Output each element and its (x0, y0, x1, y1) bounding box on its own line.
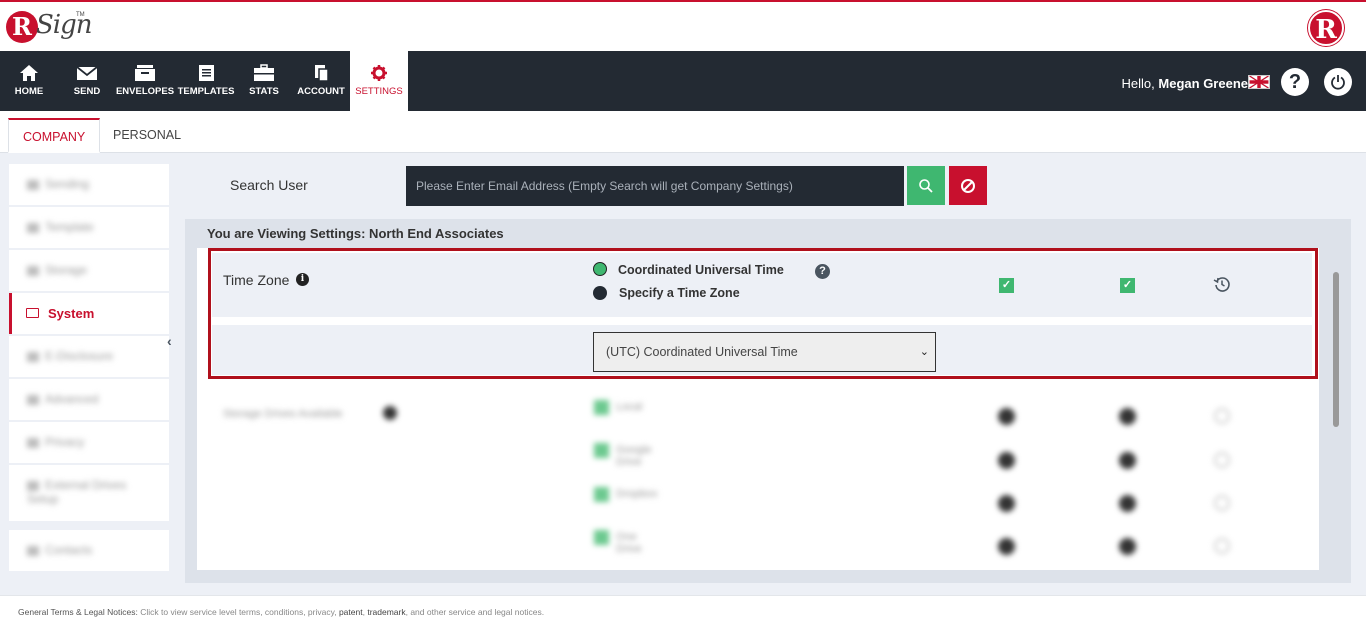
lock-toggle[interactable] (998, 452, 1015, 469)
drive-label: Google Drive (616, 444, 652, 468)
sidebar-item-label: Contacts (27, 543, 92, 557)
drive-checkbox[interactable] (594, 530, 609, 545)
tab-personal[interactable]: PERSONAL (99, 118, 195, 153)
sidebar-item-advanced[interactable]: Advanced (9, 379, 169, 420)
nav-stats-label: STATS (249, 86, 279, 97)
history-icon[interactable] (1214, 495, 1230, 511)
nav-templates-label: TEMPLATES (177, 86, 235, 97)
logout-button[interactable] (1324, 68, 1352, 96)
settings-sidebar: Sending Template Storage System E-Disclo… (9, 153, 169, 571)
rpost-logo: R (1308, 10, 1344, 46)
patent-link[interactable]: patent (339, 607, 363, 617)
user-greeting: Hello, Megan Greene (1122, 76, 1248, 91)
drive-checkbox[interactable] (594, 443, 609, 458)
footer: General Terms & Legal Notices: Click to … (0, 595, 1366, 625)
lock-toggle[interactable] (998, 495, 1015, 512)
highlight-box (208, 248, 1318, 379)
sidebar-item-template[interactable]: Template (9, 207, 169, 248)
greeting-text: Hello, (1121, 76, 1155, 91)
override-toggle[interactable] (1119, 408, 1136, 425)
search-icon (919, 179, 933, 193)
nav-envelopes-label: ENVELOPES (115, 86, 175, 97)
sidebar-item-system[interactable]: System (9, 293, 169, 334)
clear-search-button[interactable] (949, 166, 987, 205)
nav-home[interactable]: HOME (0, 51, 58, 111)
trademark-link[interactable]: trademark (367, 607, 405, 617)
sidebar-item-label: Template (27, 220, 94, 234)
scrollbar[interactable] (1333, 272, 1339, 427)
footer-desc-2: , and other service and legal notices. (405, 607, 545, 617)
override-toggle[interactable] (1119, 538, 1136, 555)
sidebar-item-sending[interactable]: Sending (9, 164, 169, 205)
footer-title: General Terms & Legal Notices: (18, 607, 138, 617)
nav-templates[interactable]: TEMPLATES (176, 51, 236, 111)
history-icon[interactable] (1214, 538, 1230, 554)
collapse-sidebar-icon[interactable]: ‹ (167, 333, 172, 349)
history-icon[interactable] (1214, 408, 1230, 424)
envelopes-icon (135, 65, 155, 81)
settings-tabs: COMPANY PERSONAL (0, 111, 1366, 153)
nav-settings-label: SETTINGS (355, 86, 403, 97)
override-toggle[interactable] (1119, 452, 1136, 469)
nav-stats[interactable]: STATS (240, 51, 288, 111)
lock-toggle[interactable] (998, 538, 1015, 555)
sidebar-item-label: Storage (27, 263, 87, 277)
footer-comma: , (362, 607, 365, 617)
drive-label: Dropbox (616, 488, 658, 500)
user-name[interactable]: Megan Greene (1158, 76, 1248, 91)
lock-toggle[interactable] (998, 408, 1015, 425)
sidebar-item-label: External Drives Setup (27, 478, 127, 506)
nav-home-label: HOME (14, 86, 44, 97)
brand-bar: R Sign TM R (0, 0, 1366, 51)
sidebar-item-label: E-Disclosure (27, 349, 113, 363)
sidebar-item-label: System (48, 306, 95, 321)
drive-label: Local (616, 401, 643, 413)
sidebar-item-external-drives[interactable]: External Drives Setup (9, 465, 169, 521)
sidebar-item-label: Sending (27, 177, 89, 191)
info-icon (383, 406, 397, 420)
viewing-settings-title: You are Viewing Settings: North End Asso… (207, 226, 504, 241)
drive-checkbox[interactable] (594, 400, 609, 415)
monitor-icon (26, 308, 39, 318)
nav-send[interactable]: SEND (61, 51, 113, 111)
nav-send-label: SEND (73, 86, 101, 97)
envelope-icon (76, 66, 98, 80)
override-toggle[interactable] (1119, 495, 1136, 512)
briefcase-icon (254, 64, 274, 81)
home-icon (20, 65, 38, 81)
rsign-logo[interactable]: R Sign TM (6, 8, 93, 48)
search-button[interactable] (907, 166, 945, 205)
drive-label: One Drive (616, 531, 642, 555)
account-icon (315, 65, 329, 82)
sidebar-item-edisclosure[interactable]: E-Disclosure (9, 336, 169, 377)
sidebar-item-privacy[interactable]: Privacy (9, 422, 169, 463)
drive-checkbox[interactable] (594, 487, 609, 502)
sidebar-item-contacts[interactable]: Contacts (9, 530, 169, 571)
nav-settings[interactable]: SETTINGS (350, 51, 408, 111)
nav-account-label: ACCOUNT (297, 86, 345, 97)
history-icon[interactable] (1214, 452, 1230, 468)
tab-company[interactable]: COMPANY (8, 118, 101, 153)
sidebar-item-label: Advanced (27, 392, 98, 406)
main-nav: HOME SEND ENVELOPES TEMPLATES STATS ACCO… (0, 51, 1366, 111)
nav-account[interactable]: ACCOUNT (294, 51, 348, 111)
logo-tm: TM (76, 12, 85, 18)
templates-icon (199, 65, 214, 81)
gear-icon (371, 65, 387, 81)
sidebar-item-storage[interactable]: Storage (9, 250, 169, 291)
help-button[interactable]: ? (1281, 68, 1309, 96)
power-icon (1331, 75, 1345, 90)
search-user-input[interactable]: Please Enter Email Address (Empty Search… (406, 166, 904, 206)
footer-text: General Terms & Legal Notices: Click to … (18, 607, 544, 617)
search-user-label: Search User (230, 177, 308, 193)
ban-icon (961, 179, 975, 193)
logo-r: R (6, 11, 38, 43)
storage-label: Storage Drives Available (223, 408, 343, 420)
sidebar-item-label: Privacy (27, 435, 84, 449)
uk-flag-icon[interactable] (1248, 75, 1270, 89)
footer-desc: Click to view service level terms, condi… (140, 607, 337, 617)
nav-envelopes[interactable]: ENVELOPES (114, 51, 176, 111)
